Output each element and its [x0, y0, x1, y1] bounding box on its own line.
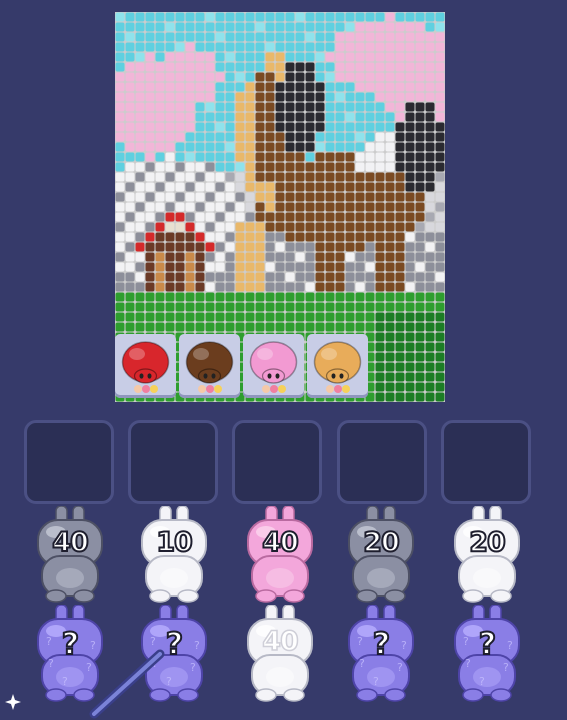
bunny-front-2-count: 10	[155, 526, 194, 559]
bunny-back-3-count: 40	[261, 625, 299, 658]
queue-slot-1[interactable]	[24, 420, 114, 504]
svg-text:?: ?	[190, 661, 196, 674]
bunny-front-3-count: 40	[261, 526, 300, 559]
bunny-front-4[interactable]: 20	[343, 506, 419, 606]
bunny-front-1[interactable]: 40	[32, 506, 108, 606]
bunny-front-5[interactable]: 20	[449, 506, 525, 606]
pig-collector-row	[115, 334, 368, 398]
bunny-back-4[interactable]: ????? ?	[343, 605, 419, 705]
svg-text:?: ?	[503, 661, 509, 674]
bunny-front-1-count: 40	[51, 526, 90, 559]
queue-slot-3[interactable]	[232, 420, 322, 504]
svg-text:?: ?	[479, 675, 485, 688]
pig-tan-icon	[313, 341, 362, 393]
bunny-back-4-label: ?	[372, 626, 391, 663]
magic-wand-icon[interactable]	[88, 640, 168, 720]
queue-slot-4[interactable]	[337, 420, 427, 504]
queue-slot-2[interactable]	[128, 420, 218, 504]
pig-collector-tan[interactable]	[307, 334, 368, 398]
bunny-front-2[interactable]: 10	[136, 506, 212, 606]
bunny-back-3[interactable]: 40	[242, 605, 318, 705]
svg-text:?: ?	[397, 661, 403, 674]
pig-red-icon	[121, 341, 170, 393]
pig-collector-brown[interactable]	[179, 334, 240, 398]
bunny-back-5[interactable]: ????? ?	[449, 605, 525, 705]
bunny-back-5-label: ?	[478, 626, 497, 663]
pig-pink-icon	[249, 341, 298, 393]
bunny-front-5-count: 20	[468, 526, 507, 559]
pig-collector-red[interactable]	[115, 334, 176, 398]
pig-collector-pink[interactable]	[243, 334, 304, 398]
queue-slot-5[interactable]	[441, 420, 531, 504]
sparkle-icon	[5, 694, 21, 710]
pig-brown-icon	[185, 341, 234, 393]
bunny-front-3[interactable]: 40	[242, 506, 318, 606]
svg-text:?: ?	[373, 675, 379, 688]
svg-text:?: ?	[62, 675, 68, 688]
bunny-front-4-count: 20	[362, 526, 401, 559]
